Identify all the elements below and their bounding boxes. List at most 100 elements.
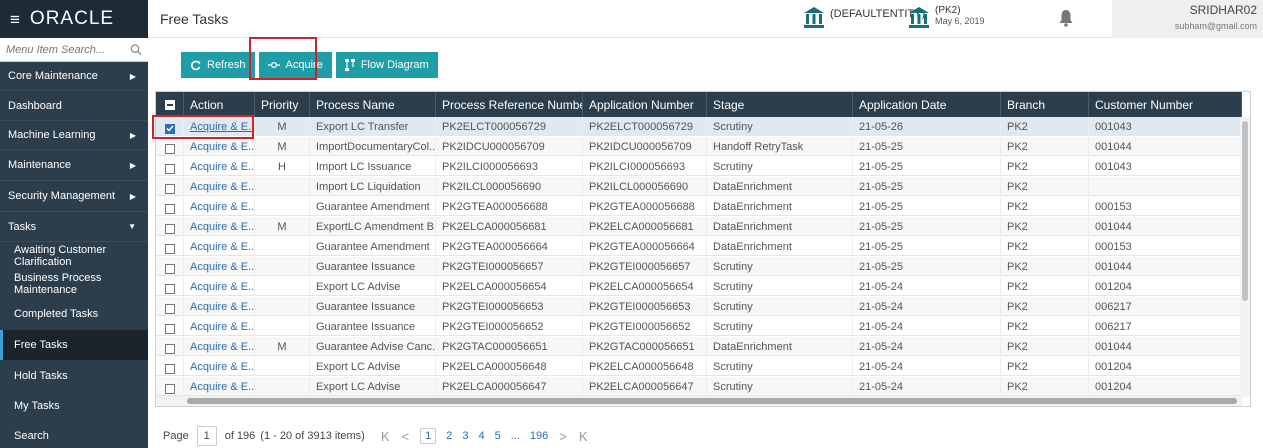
- cell-application-date: 21-05-25: [853, 237, 1001, 256]
- page-number-input[interactable]: 1: [196, 426, 217, 446]
- row-checkbox[interactable]: [164, 383, 175, 394]
- cell-action: Acquire & E...: [184, 197, 255, 216]
- sidebar-subitem-label: Completed Tasks: [14, 308, 99, 320]
- sidebar-subitem-awaiting-customer-clarification[interactable]: Awaiting Customer Clarification: [0, 242, 148, 270]
- cell-customer-number: 001043: [1089, 117, 1242, 136]
- cell-stage: Handoff RetryTask: [707, 137, 853, 156]
- sidebar-subitem-my-tasks[interactable]: My Tasks: [0, 391, 148, 421]
- sidebar-item-core-maintenance[interactable]: Core Maintenance ▶: [0, 62, 148, 91]
- sidebar-subitem-free-tasks[interactable]: Free Tasks: [0, 330, 148, 360]
- acquire-edit-link[interactable]: Acquire & E...: [190, 321, 254, 333]
- menu-search-input[interactable]: [6, 43, 124, 56]
- first-page-button[interactable]: K: [381, 429, 390, 444]
- table-row[interactable]: Acquire & E... Export LC Advise PK2ELCA000…: [156, 277, 1242, 296]
- cell-application-date: 21-05-24: [853, 277, 1001, 296]
- column-header-customer-number[interactable]: Customer Number: [1089, 92, 1242, 117]
- acquire-edit-link[interactable]: Acquire & E...: [190, 341, 254, 353]
- column-header-process-name[interactable]: Process Name: [310, 92, 436, 117]
- page-link-1[interactable]: 1: [420, 428, 437, 444]
- row-checkbox[interactable]: [164, 163, 175, 174]
- vertical-scrollbar[interactable]: [1240, 117, 1250, 397]
- sidebar-item-maintenance[interactable]: Maintenance ▶: [0, 150, 148, 181]
- row-checkbox[interactable]: [164, 303, 175, 314]
- chevron-right-icon: ▶: [129, 130, 136, 140]
- entity-selector[interactable]: (DEFAULTENTITY): [803, 5, 925, 29]
- table-row[interactable]: Acquire & E... Guarantee Amendment PK2GTEA…: [156, 197, 1242, 216]
- cell-application-number: PK2ELCA000056648: [583, 357, 707, 376]
- table-row[interactable]: Acquire & E... Guarantee Issuance PK2GTEI0…: [156, 317, 1242, 336]
- column-header-branch[interactable]: Branch: [1001, 92, 1089, 117]
- row-checkbox[interactable]: [164, 283, 175, 294]
- user-menu[interactable]: SRIDHAR02 subham@gmail.com: [1112, 0, 1263, 38]
- next-page-button[interactable]: >: [559, 429, 567, 444]
- sidebar-item-machine-learning[interactable]: Machine Learning ▶: [0, 121, 148, 150]
- acquire-edit-link[interactable]: Acquire & E...: [190, 281, 254, 293]
- row-checkbox[interactable]: [164, 343, 175, 354]
- sidebar-item-tasks[interactable]: Tasks ▼: [0, 212, 148, 242]
- hamburger-menu-icon[interactable]: ≡: [10, 11, 20, 28]
- acquire-edit-link[interactable]: Acquire & E...: [190, 141, 254, 153]
- sidebar-subitem-hold-tasks[interactable]: Hold Tasks: [0, 360, 148, 391]
- cell-application-number: PK2GTEI000056652: [583, 317, 707, 336]
- column-header-action[interactable]: Action: [184, 92, 255, 117]
- cell-application-number: PK2GTEI000056653: [583, 297, 707, 316]
- vertical-scroll-thumb[interactable]: [1242, 121, 1248, 301]
- row-checkbox[interactable]: [164, 323, 175, 334]
- row-checkbox[interactable]: [164, 263, 175, 274]
- acquire-edit-link[interactable]: Acquire & E...: [190, 301, 254, 313]
- row-checkbox[interactable]: [164, 223, 175, 234]
- column-header-application-date[interactable]: Application Date: [853, 92, 1001, 117]
- column-header-application-number[interactable]: Application Number: [583, 92, 707, 117]
- select-all-checkbox[interactable]: [164, 99, 175, 110]
- table-row[interactable]: Acquire & E... Guarantee Issuance PK2GTEI0…: [156, 297, 1242, 316]
- sidebar-item-security-management[interactable]: Security Management ▶: [0, 181, 148, 212]
- table-row[interactable]: Acquire & E... Export LC Advise PK2ELCA000…: [156, 377, 1242, 396]
- cell-action: Acquire & E...: [184, 157, 255, 176]
- table-row[interactable]: Acquire & E... Export LC Advise PK2ELCA000…: [156, 357, 1242, 376]
- column-header-stage[interactable]: Stage: [707, 92, 853, 117]
- sidebar-item-dashboard[interactable]: Dashboard: [0, 91, 148, 121]
- branch-selector[interactable]: (PK2) May 6, 2019: [908, 5, 985, 29]
- acquire-edit-link[interactable]: Acquire & E...: [190, 381, 254, 393]
- table-row[interactable]: Acquire & E... M Guarantee Advise Canc... P…: [156, 337, 1242, 356]
- row-checkbox[interactable]: [164, 143, 175, 154]
- chevron-right-icon: ▶: [129, 160, 136, 170]
- acquire-edit-link[interactable]: Acquire & E...: [190, 181, 254, 193]
- table-row[interactable]: Acquire & E... Guarantee Amendment PK2GTEA…: [156, 237, 1242, 256]
- page-link-3[interactable]: 3: [462, 430, 468, 442]
- table-row[interactable]: Acquire & E... Guarantee Issuance PK2GTEI0…: [156, 257, 1242, 276]
- refresh-button[interactable]: Refresh: [181, 52, 255, 78]
- row-checkbox[interactable]: [164, 203, 175, 214]
- table-row[interactable]: Acquire & E... M ImportDocumentaryCol... PK…: [156, 137, 1242, 156]
- acquire-edit-link[interactable]: Acquire & E...: [190, 161, 254, 173]
- page-link-5[interactable]: 5: [495, 430, 501, 442]
- acquire-edit-link[interactable]: Acquire & E...: [190, 221, 254, 233]
- table-row[interactable]: Acquire & E... M ExportLC Amendment B... PK…: [156, 217, 1242, 236]
- column-header-priority[interactable]: Priority: [255, 92, 310, 117]
- page-link-last[interactable]: 196: [530, 430, 548, 442]
- table-row[interactable]: Acquire & E... M Export LC Transfer PK2ELCT…: [156, 117, 1242, 136]
- horizontal-scrollbar[interactable]: [156, 396, 1242, 406]
- row-checkbox[interactable]: [164, 363, 175, 374]
- table-row[interactable]: Acquire & E... H Import LC Issuance PK2ILCI…: [156, 157, 1242, 176]
- acquire-edit-link[interactable]: Acquire & E...: [190, 241, 254, 253]
- table-row[interactable]: Acquire & E... Import LC Liquidation PK2IL…: [156, 177, 1242, 196]
- page-link-2[interactable]: 2: [446, 430, 452, 442]
- row-checkbox[interactable]: [164, 243, 175, 254]
- horizontal-scroll-thumb[interactable]: [187, 398, 1237, 404]
- acquire-edit-link[interactable]: Acquire & E...: [190, 201, 254, 213]
- search-icon[interactable]: [130, 43, 142, 56]
- flow-diagram-button[interactable]: Flow Diagram: [335, 52, 438, 78]
- column-header-process-reference-number[interactable]: Process Reference Number: [436, 92, 583, 117]
- cell-stage: Scrutiny: [707, 117, 853, 136]
- acquire-edit-link[interactable]: Acquire & E...: [190, 361, 254, 373]
- acquire-edit-link[interactable]: Acquire & E...: [190, 261, 254, 273]
- page-link-4[interactable]: 4: [479, 430, 485, 442]
- bell-icon[interactable]: [1058, 9, 1074, 27]
- sidebar-subitem-business-process-maintenance[interactable]: Business Process Maintenance: [0, 270, 148, 298]
- row-checkbox[interactable]: [164, 183, 175, 194]
- sidebar-subitem-completed-tasks[interactable]: Completed Tasks: [0, 298, 148, 330]
- prev-page-button[interactable]: <: [402, 429, 410, 444]
- last-page-button[interactable]: K: [579, 429, 588, 444]
- sidebar-subitem-search[interactable]: Search: [0, 421, 148, 448]
